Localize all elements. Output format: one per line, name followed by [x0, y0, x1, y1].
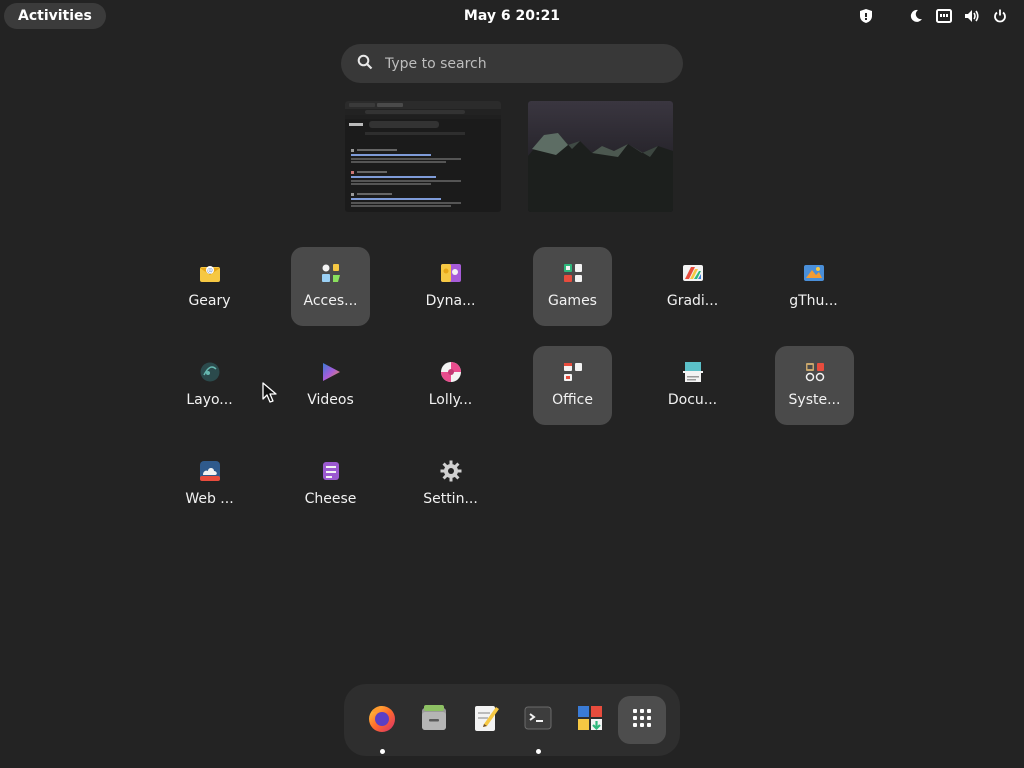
app-cheese[interactable]: Cheese — [291, 445, 370, 524]
network-icon[interactable] — [934, 6, 954, 26]
lollypop-icon — [439, 360, 463, 384]
running-indicator — [380, 749, 385, 754]
app-label: Gradi... — [666, 293, 719, 309]
web-icon — [198, 459, 222, 483]
files-icon — [418, 702, 450, 738]
text-editor-icon — [470, 702, 502, 738]
app-label: Dyna... — [425, 293, 476, 309]
app-settings[interactable]: Settin... — [411, 445, 490, 524]
search-input[interactable] — [385, 55, 655, 72]
search-entry[interactable] — [341, 44, 683, 83]
top-bar: Activities May 6 20:21 — [0, 0, 1024, 32]
show-apps-grid-icon — [632, 708, 652, 732]
dynamic-wallpaper-icon — [439, 261, 463, 285]
clock-label[interactable]: May 6 20:21 — [464, 8, 560, 24]
gthumb-icon — [802, 261, 826, 285]
office-folder-icon — [561, 360, 585, 384]
night-light-icon[interactable] — [906, 6, 926, 26]
mouse-cursor-icon — [262, 382, 280, 404]
running-indicator — [536, 749, 541, 754]
app-label: Lolly... — [428, 392, 473, 408]
gradience-icon — [681, 261, 705, 285]
dash-dock — [344, 684, 680, 756]
videos-icon — [319, 360, 343, 384]
terminal-icon — [522, 702, 554, 738]
folder-label: Games — [548, 293, 597, 309]
app-label: Web ... — [185, 491, 234, 507]
geary-icon: @ — [198, 261, 222, 285]
app-label: gThu... — [789, 293, 838, 309]
folder-games[interactable]: Games — [533, 247, 612, 326]
folder-label: Office — [552, 392, 593, 408]
app-layout[interactable]: Layo... — [170, 346, 249, 425]
power-icon[interactable] — [990, 6, 1010, 26]
app-gradience[interactable]: Gradi... — [653, 247, 732, 326]
firefox-icon — [366, 702, 398, 738]
app-geary[interactable]: @ Geary — [170, 247, 249, 326]
system-status-area[interactable] — [906, 6, 1010, 26]
app-label: Geary — [188, 293, 231, 309]
dock-files[interactable] — [410, 696, 458, 744]
app-label: Cheese — [304, 491, 357, 507]
volume-icon[interactable] — [962, 6, 982, 26]
app-lollypop[interactable]: Lolly... — [411, 346, 490, 425]
folder-accessories[interactable]: Acces... — [291, 247, 370, 326]
workspace-2-thumbnail[interactable] — [528, 101, 673, 212]
app-label: Videos — [307, 392, 354, 408]
folder-office[interactable]: Office — [533, 346, 612, 425]
folder-label: Acces... — [303, 293, 358, 309]
app-document-scanner[interactable]: Docu... — [653, 346, 732, 425]
app-videos[interactable]: Videos — [291, 346, 370, 425]
dock-firefox[interactable] — [358, 696, 406, 754]
accessories-folder-icon — [319, 261, 343, 285]
search-icon — [357, 54, 373, 74]
document-scanner-icon — [681, 360, 705, 384]
app-dynamic-wallpaper[interactable]: Dyna... — [411, 247, 490, 326]
layout-icon — [198, 360, 222, 384]
folder-system[interactable]: Syste... — [775, 346, 854, 425]
settings-gear-icon — [439, 459, 463, 483]
shield-icon[interactable] — [856, 6, 876, 26]
software-icon — [574, 702, 606, 738]
workspace-1-thumbnail[interactable] — [345, 101, 501, 212]
app-label: Layo... — [186, 392, 233, 408]
activities-button[interactable]: Activities — [4, 3, 106, 29]
games-folder-icon — [561, 261, 585, 285]
system-folder-icon — [803, 360, 827, 384]
folder-label: Syste... — [788, 392, 841, 408]
dock-text-editor[interactable] — [462, 696, 510, 744]
app-label: Docu... — [667, 392, 718, 408]
svg-text:@: @ — [207, 268, 213, 275]
app-web[interactable]: Web ... — [170, 445, 249, 524]
show-apps-button[interactable] — [618, 696, 666, 744]
dock-terminal[interactable] — [514, 696, 562, 754]
cheese-icon — [319, 459, 343, 483]
app-gthumb[interactable]: gThu... — [774, 247, 853, 326]
dock-software[interactable] — [566, 696, 614, 744]
app-label: Settin... — [423, 491, 478, 507]
